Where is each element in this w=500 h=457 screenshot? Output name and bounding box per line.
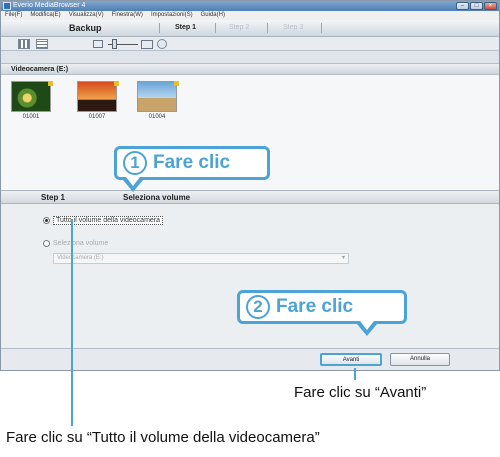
- annotation-tutto: Fare clic su “Tutto il volume della vide…: [6, 429, 320, 446]
- callout-step-1: 1 Fare clic: [114, 146, 270, 180]
- callout-pointer: [357, 321, 377, 336]
- callout-pointer: [123, 177, 143, 192]
- grid-view-icon[interactable]: [18, 39, 30, 49]
- app-icon: [3, 2, 11, 10]
- leader-line: [71, 219, 73, 426]
- option-all-label[interactable]: Tutto il volume della videocamera: [53, 216, 164, 225]
- view-toolbar: [1, 37, 499, 51]
- next-button[interactable]: Avanti: [320, 353, 382, 366]
- radio-unselected-icon[interactable]: [43, 240, 50, 247]
- callout-step-2: 2 Fare clic: [237, 290, 407, 324]
- close-button[interactable]: ×: [484, 2, 497, 10]
- menu-edit[interactable]: Modifica(E): [30, 11, 60, 20]
- tag-icon: [48, 81, 53, 86]
- volume-select-value: Videocamera (E:): [57, 255, 104, 261]
- globe-icon[interactable]: [157, 39, 167, 49]
- option-all-volume[interactable]: Tutto il volume della videocamera: [43, 216, 164, 225]
- step-separator: [267, 23, 268, 33]
- menu-file[interactable]: File(F): [5, 11, 22, 20]
- step-separator: [215, 23, 216, 33]
- zoom-slider-thumb[interactable]: [112, 39, 117, 49]
- option-select-label[interactable]: Seleziona volume: [53, 240, 108, 247]
- step-title: Seleziona volume: [123, 193, 191, 202]
- option-select-volume[interactable]: Seleziona volume: [43, 240, 108, 247]
- radio-selected-icon[interactable]: [43, 217, 50, 224]
- mode-label: Backup: [69, 23, 102, 33]
- annotation-avanti: Fare clic su “Avanti”: [294, 384, 427, 401]
- window-title: Everio MediaBrowser 4: [13, 2, 86, 9]
- callout-number: 1: [123, 151, 147, 175]
- step-2-indicator: Step 2: [229, 24, 250, 31]
- callout-number: 2: [246, 295, 270, 319]
- thumbnail-item[interactable]: 01004: [135, 81, 179, 121]
- menu-help[interactable]: Guida(H): [201, 11, 225, 20]
- thumbnail-item[interactable]: 01001: [9, 81, 53, 121]
- thumbnail-item[interactable]: 01007: [75, 81, 119, 121]
- menu-bar: File(F) Modifica(E) Visualizza(V) Finest…: [1, 11, 499, 20]
- step-panel-header: Step 1 Seleziona volume: [1, 190, 499, 204]
- thumbnail-caption: 01007: [88, 114, 106, 120]
- menu-view[interactable]: Visualizza(V): [69, 11, 104, 20]
- thumbnail-caption: 01001: [22, 114, 40, 120]
- tag-icon: [174, 81, 179, 86]
- chevron-down-icon: ▾: [341, 255, 345, 261]
- zoom-out-icon[interactable]: [93, 40, 103, 48]
- callout-text: Fare clic: [153, 152, 231, 173]
- steps-bar: Backup Step 1 Step 2 Step 3: [1, 20, 499, 37]
- leader-line: [354, 368, 356, 380]
- flower-photo-icon: [11, 81, 51, 112]
- callout-text: Fare clic: [276, 296, 354, 317]
- step-panel: Tutto il volume della videocamera Selezi…: [1, 204, 499, 348]
- menu-settings[interactable]: Impostazioni(S): [151, 11, 193, 20]
- window-controls: – □ ×: [456, 2, 497, 10]
- device-header: Videocamera (E:): [1, 63, 499, 75]
- volume-select[interactable]: Videocamera (E:) ▾: [53, 253, 349, 264]
- step-separator: [321, 23, 322, 33]
- airplane-photo-icon: [77, 81, 117, 112]
- maximize-button[interactable]: □: [470, 2, 483, 10]
- step-3-indicator: Step 3: [283, 24, 304, 31]
- menu-window[interactable]: Finestra(W): [112, 11, 143, 20]
- bottom-bar: Avanti Annulla: [1, 348, 499, 370]
- minimize-button[interactable]: –: [456, 2, 469, 10]
- title-bar: Everio MediaBrowser 4 – □ ×: [1, 1, 499, 11]
- list-view-icon[interactable]: [36, 39, 48, 49]
- step-label: Step 1: [41, 193, 66, 202]
- pyramid-photo-icon: [137, 81, 177, 112]
- step-separator: [159, 23, 160, 33]
- zoom-in-icon[interactable]: [141, 40, 153, 49]
- step-1-indicator: Step 1: [175, 24, 197, 31]
- cancel-button[interactable]: Annulla: [390, 353, 450, 366]
- tag-icon: [114, 81, 119, 86]
- thumbnail-caption: 01004: [148, 114, 166, 120]
